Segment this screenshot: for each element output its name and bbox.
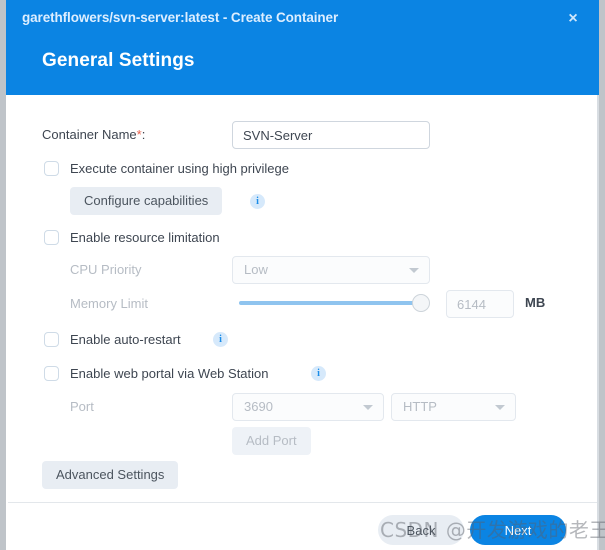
row-container-name: Container Name*:	[8, 120, 597, 150]
web-portal-label: Enable web portal via Web Station	[70, 366, 269, 381]
cpu-priority-label: CPU Priority	[70, 262, 142, 277]
row-auto-restart: Enable auto-restart i	[8, 331, 597, 361]
next-button[interactable]: Next	[470, 515, 566, 545]
chevron-down-icon	[363, 405, 373, 410]
auto-restart-label: Enable auto-restart	[70, 332, 181, 347]
port-protocol-select[interactable]: HTTP	[391, 393, 516, 421]
advanced-settings-button[interactable]: Advanced Settings	[42, 461, 179, 489]
chevron-down-icon	[495, 405, 505, 410]
row-port: Port 3690 HTTP	[8, 392, 597, 422]
row-cpu-priority: CPU Priority Low	[8, 255, 597, 285]
port-protocol-value: HTTP	[403, 399, 437, 414]
web-portal-info-icon[interactable]: i	[311, 366, 326, 381]
row-high-privilege: Execute container using high privilege	[8, 160, 597, 190]
page-title: General Settings	[42, 50, 195, 71]
memory-limit-unit: MB	[525, 295, 546, 310]
high-privilege-label: Execute container using high privilege	[70, 161, 289, 176]
dialog-footer: Back Next	[8, 503, 597, 550]
cpu-priority-value: Low	[244, 262, 268, 277]
auto-restart-info-icon[interactable]: i	[213, 332, 228, 347]
checkbox-auto-restart[interactable]	[44, 332, 59, 347]
checkbox-resource-limitation[interactable]	[44, 230, 59, 245]
configure-capabilities-info-glyph: i	[256, 196, 259, 207]
web-portal-info-glyph: i	[317, 368, 320, 379]
configure-capabilities-button[interactable]: Configure capabilities	[70, 187, 223, 215]
add-port-button[interactable]: Add Port	[232, 427, 311, 455]
row-configure-capabilities: Configure capabilities i	[8, 187, 597, 217]
slider-track	[239, 301, 429, 305]
port-number-select[interactable]: 3690	[232, 393, 384, 421]
create-container-dialog: garethflowers/svn-server:latest - Create…	[0, 0, 605, 550]
memory-limit-slider[interactable]	[239, 293, 430, 313]
resource-limitation-label: Enable resource limitation	[70, 230, 220, 245]
port-number-value: 3690	[244, 399, 273, 414]
dialog-header: garethflowers/svn-server:latest - Create…	[6, 0, 599, 95]
cpu-priority-select[interactable]: Low	[232, 256, 430, 284]
container-name-label: Container Name*:	[42, 120, 145, 150]
window-right-edge	[599, 0, 605, 550]
memory-limit-input[interactable]	[446, 290, 514, 318]
row-advanced-settings: Advanced Settings	[8, 461, 597, 491]
slider-thumb[interactable]	[412, 294, 430, 312]
container-name-colon: :	[141, 127, 146, 142]
close-icon[interactable]: ×	[563, 9, 583, 29]
auto-restart-info-glyph: i	[219, 334, 222, 345]
row-memory-limit: Memory Limit MB	[8, 289, 597, 319]
port-label: Port	[70, 399, 94, 414]
chevron-down-icon	[409, 268, 419, 273]
checkbox-high-privilege[interactable]	[44, 161, 59, 176]
back-button[interactable]: Back	[378, 515, 464, 545]
settings-form: Container Name*: Execute container using…	[8, 95, 597, 502]
window-title: garethflowers/svn-server:latest - Create…	[22, 10, 339, 25]
row-add-port: Add Port	[8, 427, 597, 457]
memory-limit-label: Memory Limit	[70, 296, 149, 311]
container-name-input[interactable]	[232, 121, 430, 149]
row-web-portal: Enable web portal via Web Station i	[8, 365, 597, 395]
container-name-label-text: Container Name	[42, 127, 137, 142]
title-bar: garethflowers/svn-server:latest - Create…	[6, 0, 599, 38]
checkbox-web-portal[interactable]	[44, 366, 59, 381]
configure-capabilities-info-icon[interactable]: i	[250, 194, 265, 209]
